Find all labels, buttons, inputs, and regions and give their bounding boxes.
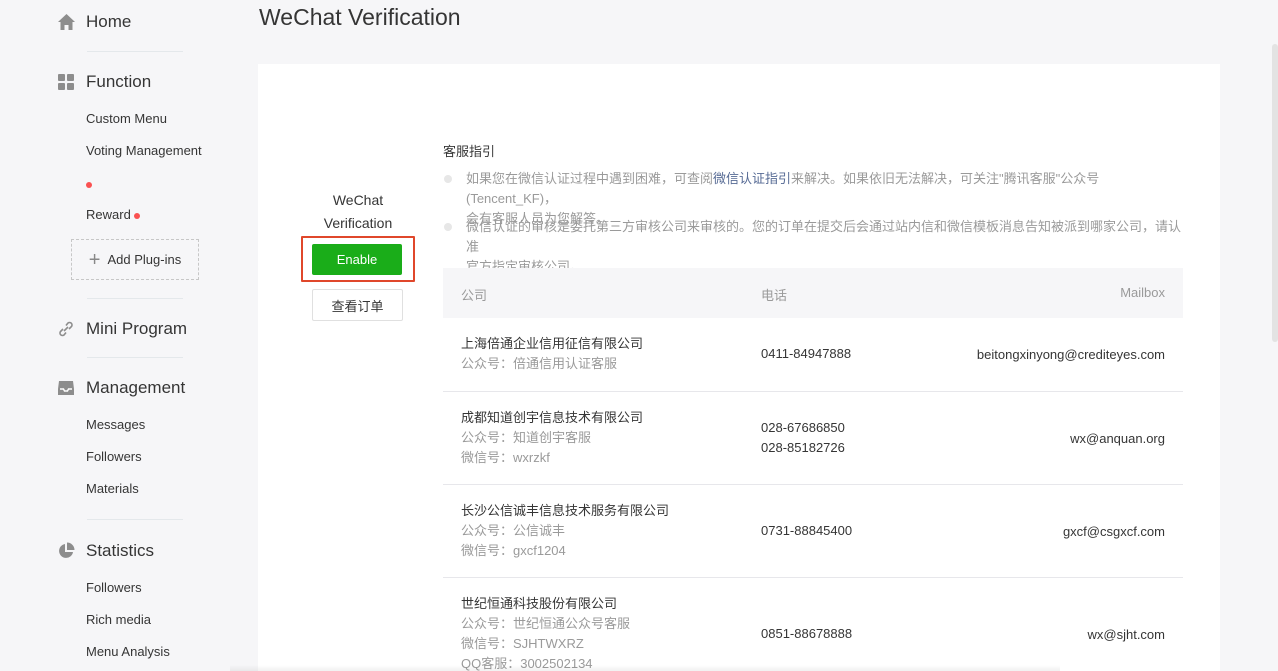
- verification-label-line1: WeChat: [332, 192, 384, 208]
- company-cell: 上海倍通企业信用征信有限公司 公众号：倍通信用认证客服: [461, 334, 643, 374]
- sidebar-item-reward-label: Reward: [86, 207, 131, 222]
- sidebar-item-materials[interactable]: Materials: [86, 480, 139, 498]
- nav-management[interactable]: Management: [56, 376, 186, 400]
- home-icon: [56, 12, 76, 32]
- phone-cell: 0851-88678888: [761, 624, 852, 644]
- bullet-icon: [444, 223, 452, 231]
- grid-icon: [56, 72, 76, 92]
- phone-number: 028-67686850: [761, 420, 845, 435]
- company-detail: 微信号：gxcf1204: [461, 543, 566, 558]
- bullet-icon: [444, 175, 452, 183]
- sidebar-item-menu-analysis[interactable]: Menu Analysis: [86, 643, 170, 661]
- nav-group-management: Management: [56, 376, 186, 400]
- inbox-icon: [56, 378, 76, 398]
- nav-home-label: Home: [86, 12, 132, 31]
- mail-cell: gxcf@csgxcf.com: [1062, 524, 1165, 539]
- sidebar: Home Function Custom Menu Voting Managem…: [0, 0, 230, 671]
- guide-item-1-text: 如果您在微信认证过程中遇到困难，可查阅: [466, 171, 714, 186]
- table-row: 成都知道创宇信息技术有限公司 公众号：知道创宇客服 微信号：wxrzkf 028…: [443, 392, 1183, 485]
- sidebar-divider: [87, 298, 183, 299]
- header-company: 公司: [461, 288, 488, 303]
- add-plugins-label: Add Plug-ins: [107, 252, 182, 267]
- nav-group-function: Function: [56, 70, 184, 94]
- nav-management-label: Management: [86, 378, 186, 397]
- nav-statistics[interactable]: Statistics: [56, 539, 184, 563]
- link-icon: [56, 319, 76, 339]
- verification-company-table: 公司 电话 Mailbox 上海倍通企业信用征信有限公司 公众号：倍通信用认证客…: [443, 268, 1183, 671]
- header-phone: 电话: [761, 288, 788, 303]
- company-cell: 成都知道创宇信息技术有限公司 公众号：知道创宇客服 微信号：wxrzkf: [461, 408, 643, 468]
- company-name: 成都知道创宇信息技术有限公司: [461, 410, 644, 425]
- table-row: 上海倍通企业信用征信有限公司 公众号：倍通信用认证客服 0411-8494788…: [443, 318, 1183, 392]
- company-name: 上海倍通企业信用征信有限公司: [461, 336, 644, 351]
- sidebar-item-followers[interactable]: Followers: [86, 448, 142, 466]
- company-detail: 微信号：SJHTWXRZ: [461, 636, 584, 651]
- plus-icon: +: [88, 248, 101, 271]
- nav-mini-program[interactable]: Mini Program: [56, 317, 188, 341]
- mail-cell: wx@sjht.com: [1087, 627, 1166, 642]
- table-row: 长沙公信诚丰信息技术服务有限公司 公众号：公信诚丰 微信号：gxcf1204 0…: [443, 485, 1183, 578]
- phone-number: 0411-84947888: [761, 346, 852, 361]
- company-detail: 公众号：世纪恒通公众号客服: [461, 616, 631, 631]
- nav-group-home: Home: [56, 10, 184, 34]
- phone-number: 0851-88678888: [761, 626, 853, 641]
- phone-number: 0731-88845400: [761, 523, 853, 538]
- nav-statistics-label: Statistics: [86, 541, 155, 560]
- sidebar-item-rich-media[interactable]: Rich media: [86, 611, 151, 629]
- guide-title: 客服指引: [443, 144, 496, 159]
- phone-cell: 0731-88845400: [761, 521, 852, 541]
- nav-group-statistics: Statistics: [56, 539, 184, 563]
- phone-cell: 028-67686850 028-85182726: [761, 418, 845, 458]
- pie-chart-icon: [56, 541, 76, 561]
- nav-function[interactable]: Function: [56, 70, 184, 94]
- nav-group-mini-program: Mini Program: [56, 317, 188, 341]
- sidebar-divider: [87, 357, 183, 358]
- phone-number: 028-85182726: [761, 440, 845, 455]
- nav-mini-program-label: Mini Program: [86, 319, 188, 338]
- page-scrollbar[interactable]: [1272, 44, 1278, 342]
- phone-cell: 0411-84947888: [761, 344, 851, 364]
- sidebar-item-reward[interactable]: Reward: [86, 206, 141, 224]
- header-mailbox: Mailbox: [1120, 285, 1165, 300]
- company-name: 世纪恒通科技股份有限公司: [461, 596, 618, 611]
- mail-cell: beitongxinyong@crediteyes.com: [976, 347, 1165, 362]
- sidebar-item-custom-menu[interactable]: Custom Menu: [86, 110, 167, 128]
- sidebar-item-voting-management[interactable]: Voting Management: [86, 142, 202, 160]
- enable-button[interactable]: Enable: [312, 244, 402, 275]
- company-cell: 长沙公信诚丰信息技术服务有限公司 公众号：公信诚丰 微信号：gxcf1204: [461, 501, 669, 561]
- company-detail: 公众号：知道创宇客服: [461, 430, 592, 445]
- notification-dot: [134, 212, 141, 219]
- add-plugins-button[interactable]: + Add Plug-ins: [71, 239, 199, 280]
- page-title: WeChat Verification: [259, 4, 461, 30]
- notification-dot: [86, 181, 92, 188]
- company-detail: 公众号：倍通信用认证客服: [461, 356, 618, 371]
- view-orders-button[interactable]: 查看订单: [312, 289, 403, 321]
- sidebar-item-messages[interactable]: Messages: [86, 416, 145, 434]
- mail-cell: wx@anquan.org: [1070, 431, 1165, 446]
- verification-label-line2: Verification: [323, 215, 393, 231]
- company-name: 长沙公信诚丰信息技术服务有限公司: [461, 503, 670, 518]
- sidebar-divider: [87, 519, 183, 520]
- table-row: 世纪恒通科技股份有限公司 公众号：世纪恒通公众号客服 微信号：SJHTWXRZ …: [443, 578, 1183, 671]
- guide-item-2-line1: 微信认证的审核是委托第三方审核公司来审核的。您的订单在提交后会通过站内信和微信模…: [466, 219, 1182, 254]
- company-detail: 公众号：公信诚丰: [461, 523, 566, 538]
- sidebar-item-unnamed[interactable]: [86, 175, 92, 193]
- table-header: 公司 电话 Mailbox: [443, 268, 1183, 318]
- company-cell: 世纪恒通科技股份有限公司 公众号：世纪恒通公众号客服 微信号：SJHTWXRZ …: [461, 594, 630, 671]
- sidebar-item-stat-followers[interactable]: Followers: [86, 579, 142, 597]
- sidebar-divider: [87, 51, 183, 52]
- bottom-shadow: [230, 665, 1060, 671]
- verification-label: WeChat Verification: [300, 189, 416, 235]
- verification-guide-link[interactable]: 微信认证指引: [713, 171, 791, 186]
- company-detail: 微信号：wxrzkf: [461, 450, 550, 465]
- nav-home[interactable]: Home: [56, 10, 184, 34]
- nav-function-label: Function: [86, 72, 152, 91]
